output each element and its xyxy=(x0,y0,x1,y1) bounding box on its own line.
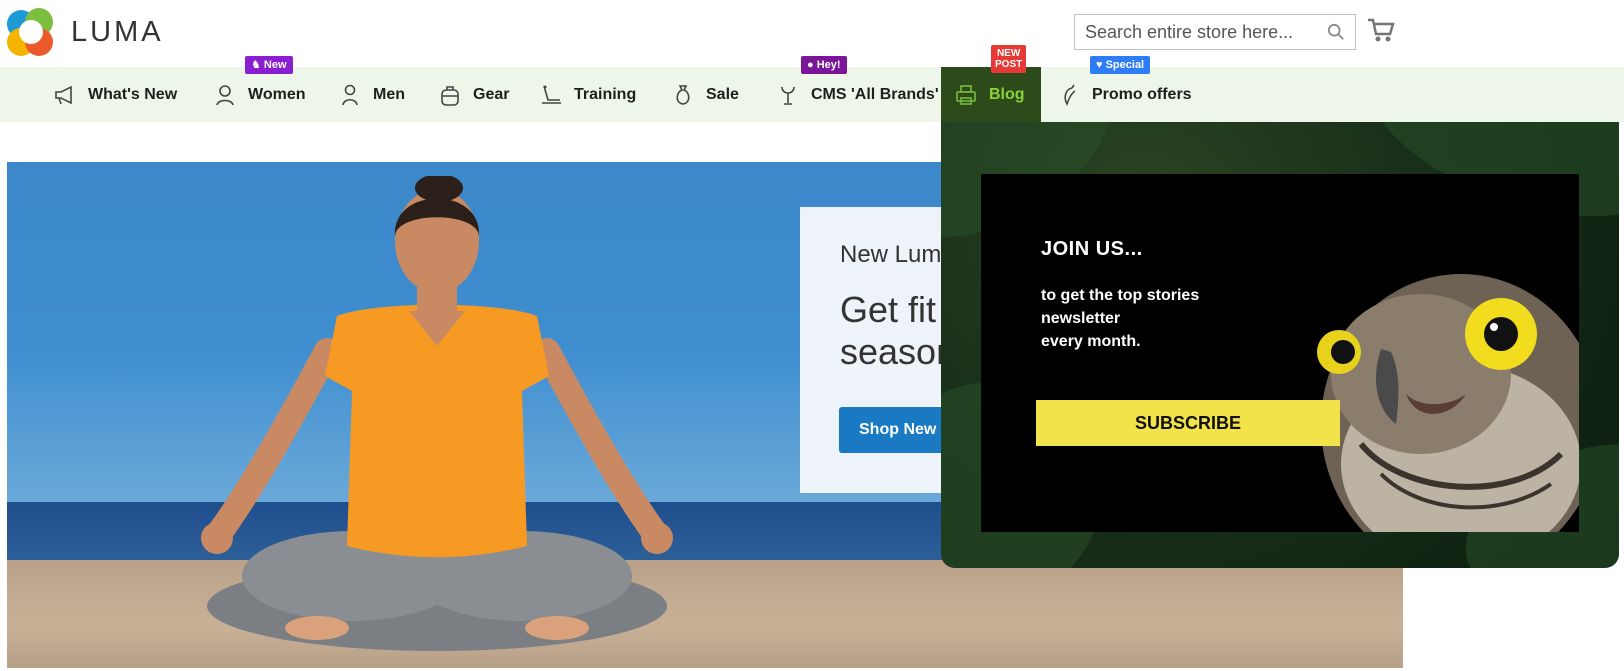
cart-icon[interactable] xyxy=(1366,16,1396,44)
woman-icon xyxy=(212,82,238,108)
nav-label: CMS 'All Brands' xyxy=(811,85,939,103)
nav-item-promo-offers[interactable]: Promo offers xyxy=(1056,67,1192,122)
nav-label: Men xyxy=(373,85,405,103)
badge-hey: ● Hey! xyxy=(801,56,847,74)
subscribe-button[interactable]: SUBSCRIBE xyxy=(1036,400,1340,446)
backpack-icon xyxy=(437,82,463,108)
cocktail-icon xyxy=(775,82,801,108)
nav-item-whats-new[interactable]: What's New xyxy=(52,67,177,122)
nav-item-cms-all-brands[interactable]: CMS 'All Brands' xyxy=(775,67,939,122)
money-bag-icon xyxy=(670,82,696,108)
badge-special: ♥ Special xyxy=(1090,56,1151,74)
nav-label: Women xyxy=(248,85,306,103)
printer-icon xyxy=(953,82,979,108)
nav-label: Gear xyxy=(473,85,510,103)
nav-label: Promo offers xyxy=(1092,85,1192,103)
nav-label: Sale xyxy=(706,85,739,103)
nav-item-gear[interactable]: Gear xyxy=(437,67,509,122)
blog-dropdown: JOIN US... to get the top stories newsle… xyxy=(941,122,1619,568)
megaphone-icon xyxy=(52,82,78,108)
main-nav: What's New Women Men Gear Training Sale xyxy=(0,67,1624,122)
nav-item-training[interactable]: Training xyxy=(538,67,636,122)
luma-logo-icon xyxy=(7,8,55,56)
newsletter-title: JOIN US... xyxy=(1041,238,1143,260)
badge-new: ♞ New xyxy=(245,56,293,74)
search-icon[interactable] xyxy=(1327,23,1345,41)
owl-image xyxy=(1317,274,1579,532)
nav-item-men[interactable]: Men xyxy=(337,67,405,122)
chili-pepper-icon xyxy=(1056,82,1082,108)
logo[interactable]: LUMA xyxy=(7,8,164,56)
yoga-woman-image xyxy=(201,176,673,651)
nav-label: Training xyxy=(574,85,637,103)
nav-item-sale[interactable]: Sale xyxy=(670,67,739,122)
treadmill-icon xyxy=(538,82,564,108)
brand-name: LUMA xyxy=(71,15,164,48)
nav-label: Blog xyxy=(989,85,1025,103)
nav-label: What's New xyxy=(88,85,178,103)
newsletter-panel: JOIN US... to get the top stories newsle… xyxy=(981,174,1579,532)
nav-item-women[interactable]: Women xyxy=(212,67,305,122)
search-input[interactable] xyxy=(1075,15,1305,49)
man-icon xyxy=(337,82,363,108)
badge-new-post: NEW POST xyxy=(991,45,1027,73)
newsletter-description: to get the top stories newsletter every … xyxy=(1041,287,1200,350)
nav-item-blog[interactable]: Blog xyxy=(941,67,1041,122)
search-box xyxy=(1074,14,1356,50)
